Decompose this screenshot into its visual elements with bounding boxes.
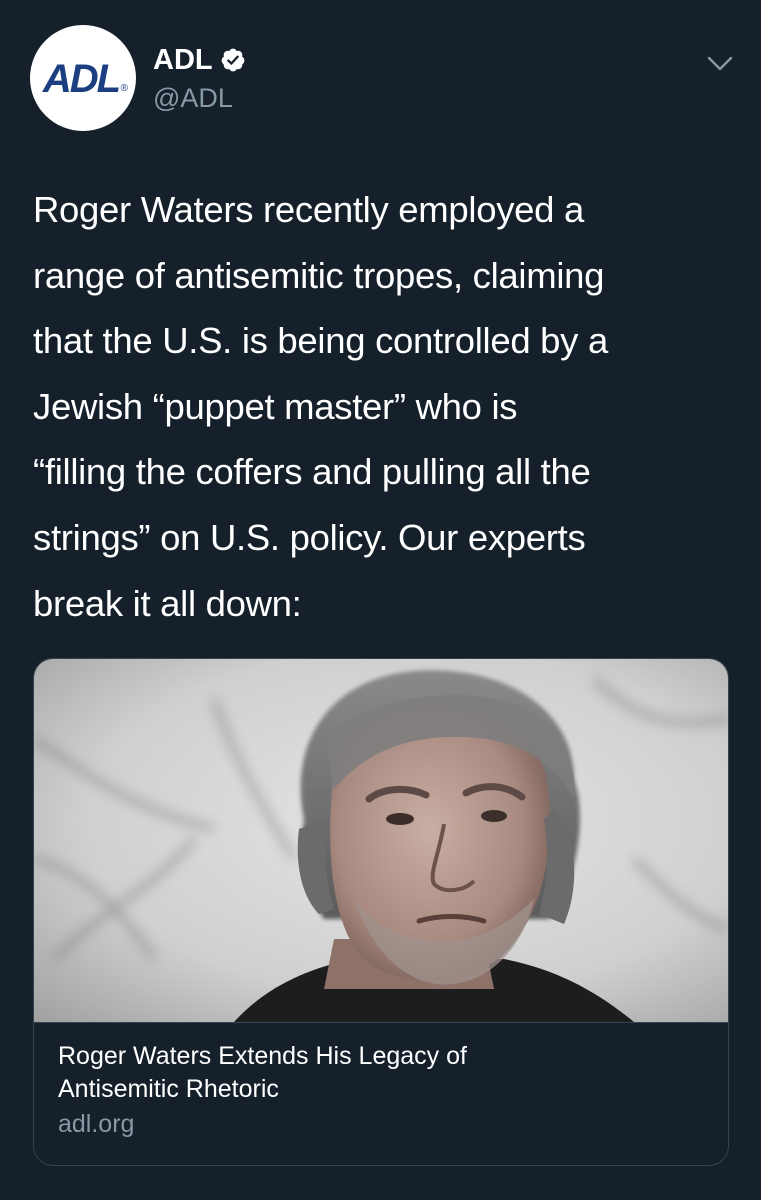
tweet-text-line: Jewish “puppet master” who is bbox=[33, 385, 518, 427]
tweet-text-line: Roger Waters recently employed a bbox=[33, 189, 584, 230]
link-card[interactable]: Roger Waters Extends His Legacy of Antis… bbox=[33, 658, 729, 1166]
card-image[interactable] bbox=[34, 659, 728, 1022]
card-divider bbox=[34, 1022, 728, 1023]
card-title-line: Roger Waters Extends His Legacy of bbox=[58, 1042, 467, 1070]
display-name[interactable]: ADL bbox=[153, 40, 213, 80]
author-name-row[interactable]: ADL bbox=[153, 40, 246, 80]
portrait-photo bbox=[34, 659, 728, 1022]
verified-badge-icon bbox=[221, 48, 244, 72]
tweet: ADL ® ADL @ADL Roger Waters recently emp… bbox=[0, 0, 761, 1200]
card-title[interactable]: Roger Waters Extends His Legacy of Antis… bbox=[58, 1040, 698, 1106]
tweet-text-line: break it all down: bbox=[33, 582, 302, 624]
registered-mark-icon: ® bbox=[120, 83, 128, 94]
tweet-text-line: range of antisemitic tropes, claiming bbox=[33, 254, 605, 296]
card-domain: adl.org bbox=[58, 1110, 135, 1138]
tweet-text-line: that the U.S. is being controlled by a bbox=[33, 320, 608, 362]
author-handle[interactable]: @ADL bbox=[153, 80, 233, 116]
tweet-text-line: “filling the coffers and pulling all the bbox=[33, 451, 591, 493]
adl-logo-text: ADL bbox=[42, 56, 121, 101]
card-title-line: Antisemitic Rhetoric bbox=[58, 1075, 279, 1103]
tweet-text: Roger Waters recently employed a range o… bbox=[33, 177, 733, 636]
tweet-text-line: strings” on U.S. policy. Our experts bbox=[33, 516, 586, 558]
chevron-down-icon[interactable] bbox=[700, 44, 740, 80]
avatar[interactable]: ADL ® bbox=[30, 25, 136, 131]
